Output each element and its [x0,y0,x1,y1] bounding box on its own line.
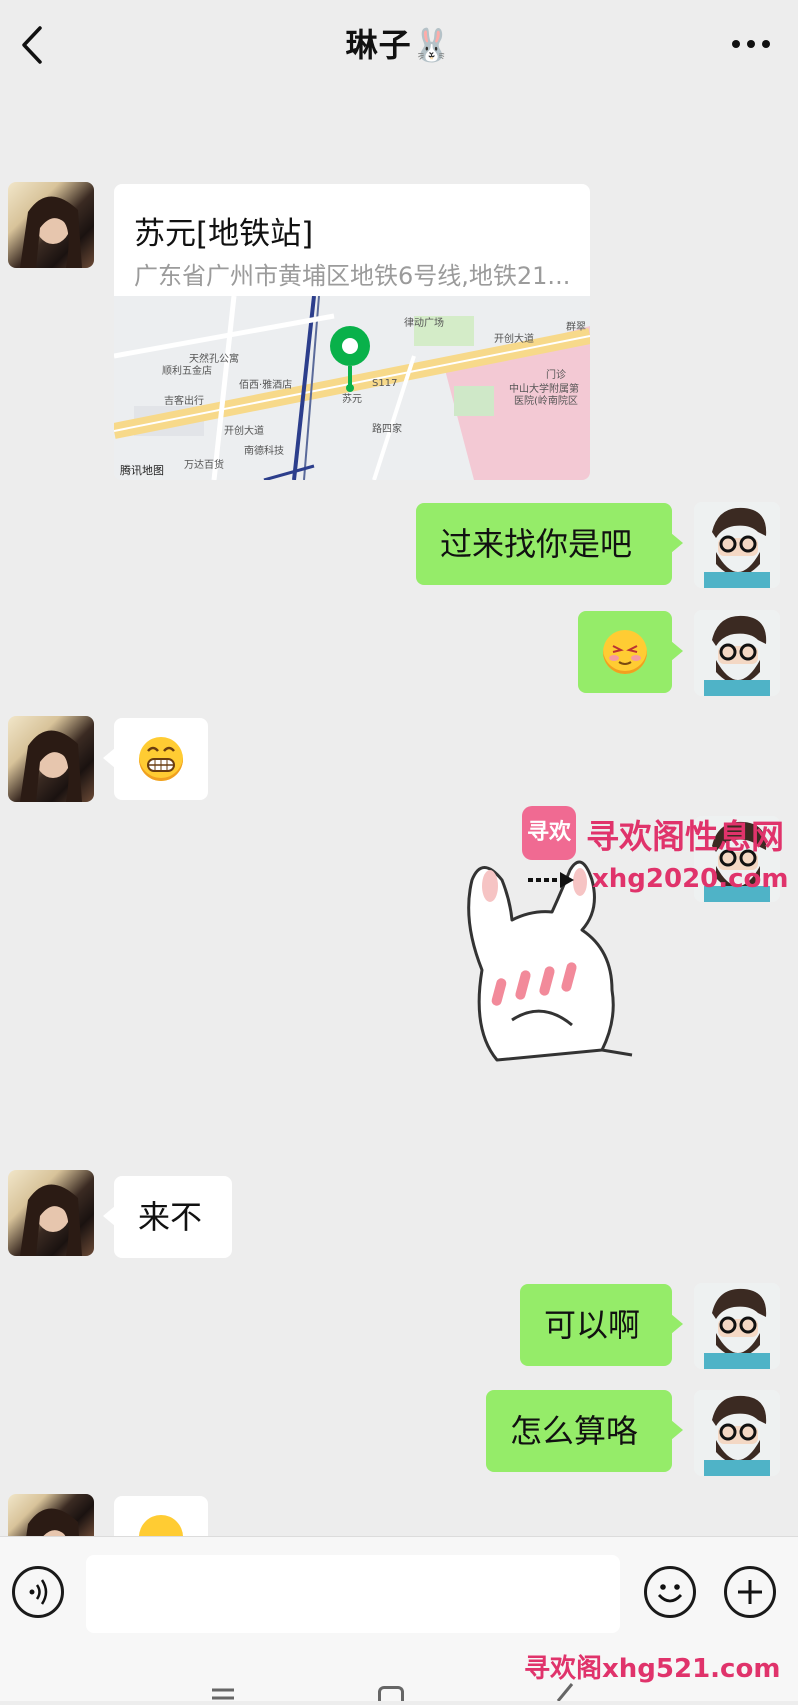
outgoing-message[interactable]: 过来找你是吧 [416,503,683,585]
map-label: 医院(岭南院区 [514,396,578,407]
map-label: 佰西·雅酒店 [239,380,293,391]
map-label: 群翠 [566,322,586,333]
my-avatar[interactable] [694,1283,780,1369]
watermark-footer: 寻欢阁xhg521.com [524,1654,781,1684]
message-text: 来不 [138,1198,203,1236]
message-text: 过来找你是吧 [440,525,633,563]
home-nav-icon[interactable] [378,1686,404,1701]
chat-title: 琳子🐰 [345,26,453,64]
shy-emoji-icon [603,630,647,674]
map-thumbnail: 律动广场 开创大道 天然孔公寓 顺利五金店 佰西·雅酒店 苏元 S117 开创大… [114,296,590,480]
outgoing-message[interactable]: 可以啊 [520,1284,683,1366]
map-label: 路四家 [372,424,402,435]
map-provider-label: 腾讯地图 [120,464,164,477]
map-pin-icon [328,324,372,394]
grin-emoji-icon [139,737,183,781]
watermark-logo: 寻欢 [522,806,576,860]
system-nav-bar: 寻欢阁xhg521.com [0,1646,798,1702]
my-avatar[interactable] [694,610,780,696]
my-avatar[interactable] [694,502,780,588]
incoming-emoji-message[interactable] [114,1496,208,1536]
location-name: 苏元[地铁站] [134,216,314,252]
input-bar [0,1536,798,1647]
message-text: 怎么算咯 [510,1412,639,1450]
map-label: 苏元 [342,394,362,405]
map-label: 开创大道 [224,426,264,437]
grin-emoji-icon [139,1515,183,1536]
contact-avatar[interactable] [8,716,94,802]
map-label: 顺利五金店 [162,366,212,377]
message-text: 可以啊 [544,1306,641,1344]
plus-icon[interactable] [724,1566,776,1618]
contact-avatar[interactable] [8,182,94,268]
voice-icon[interactable] [12,1566,64,1618]
watermark-url: xhg2020.com [592,864,789,894]
incoming-message[interactable]: 来不 [103,1176,232,1258]
watermark-logo-text: 寻欢 [526,820,571,845]
emoji-icon[interactable] [644,1566,696,1618]
outgoing-emoji-message[interactable] [578,611,683,693]
outgoing-message[interactable]: 怎么算咯 [486,1390,683,1472]
menu-nav-icon[interactable] [210,1684,236,1701]
map-label: S117 [372,378,398,389]
map-label: 门诊 [546,370,566,381]
incoming-emoji-message[interactable] [103,718,208,800]
watermark-site-name: 寻欢阁性息网 [586,817,784,856]
map-label: 万达百货 [184,460,224,471]
map-label: 吉客出行 [164,396,204,407]
location-message[interactable]: 苏元[地铁站] 广东省广州市黄埔区地铁6号线,地铁21... 律动广场 开创大道… [114,184,590,480]
location-address: 广东省广州市黄埔区地铁6号线,地铁21... [134,262,571,290]
chat-header: 琳子🐰 [0,0,798,90]
map-label: 南德科技 [244,446,284,457]
contact-avatar[interactable] [8,1494,94,1536]
contact-avatar[interactable] [8,1170,94,1256]
map-label: 律动广场 [404,318,444,329]
message-input[interactable] [86,1555,620,1633]
arrow-icon [526,868,576,892]
map-label: 开创大道 [494,334,534,345]
my-avatar[interactable] [694,1390,780,1476]
more-icon[interactable] [726,24,776,64]
